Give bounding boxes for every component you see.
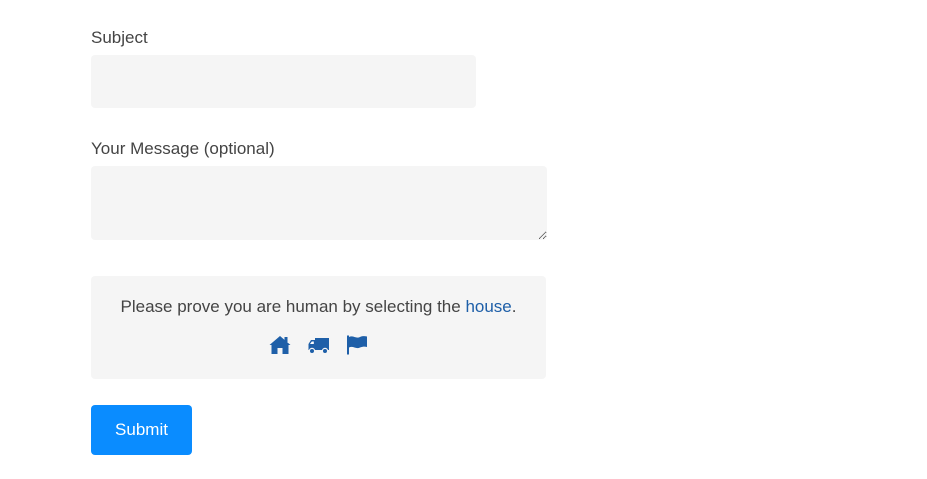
subject-input[interactable]: [91, 55, 476, 108]
submit-button[interactable]: Submit: [91, 405, 192, 455]
subject-label: Subject: [91, 28, 148, 47]
captcha-icon-row: [91, 334, 546, 358]
house-icon[interactable]: [268, 334, 292, 356]
message-label: Your Message (optional): [91, 139, 275, 158]
flag-icon[interactable]: [345, 334, 369, 356]
message-textarea[interactable]: [91, 166, 547, 240]
captcha-target-word: house: [465, 297, 512, 316]
truck-icon[interactable]: [307, 334, 331, 356]
captcha-box: Please prove you are human by selecting …: [91, 276, 546, 379]
captcha-text-after: .: [511, 297, 517, 316]
captcha-instruction: Please prove you are human by selecting …: [91, 297, 546, 317]
captcha-text-before: Please prove you are human by selecting …: [120, 297, 466, 316]
